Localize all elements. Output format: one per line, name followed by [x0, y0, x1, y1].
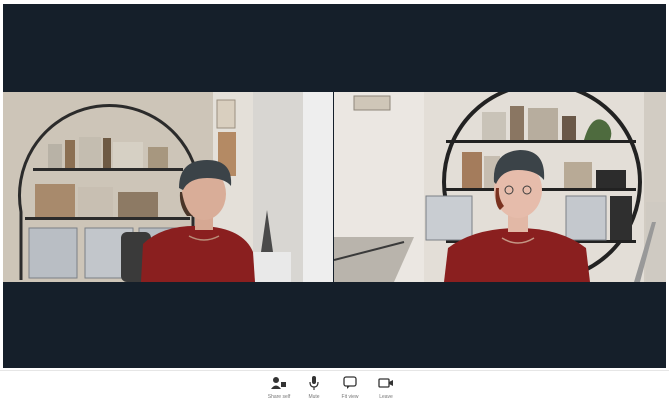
leave-label: Leave: [379, 394, 393, 400]
fit-view-label: Fit view: [341, 394, 359, 400]
share-self-button[interactable]: Share self: [259, 373, 299, 403]
participant-right-scene: [334, 92, 666, 282]
video-camera-icon: [378, 378, 393, 388]
call-toolbar: Share self Mute Fit view Leave: [0, 370, 669, 404]
microphone-icon: [309, 376, 319, 390]
mute-label: Mute: [308, 394, 320, 400]
participant-video-left[interactable]: [3, 92, 333, 282]
share-self-label: Share self: [267, 394, 291, 400]
person-camera-icon: [271, 377, 286, 389]
fit-view-button[interactable]: Fit view: [330, 373, 370, 403]
video-call-stage: [3, 4, 666, 368]
participant-left-scene: [3, 92, 333, 282]
participant-video-right[interactable]: [334, 92, 666, 282]
mute-button[interactable]: Mute: [294, 373, 334, 403]
leave-button[interactable]: Leave: [366, 373, 406, 403]
chat-icon: [343, 376, 357, 389]
